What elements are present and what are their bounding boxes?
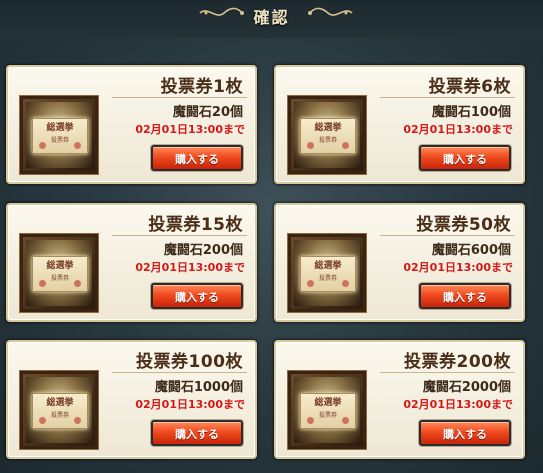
- card-title: 投票券100枚: [136, 352, 243, 372]
- ticket-icon: 総選挙 投票券: [300, 256, 356, 292]
- purchase-card-1: 投票券1枚 総選挙 投票券 魔闘石20個 02月01日13:00まで 購入する: [6, 65, 257, 184]
- ticket-image: 総選挙 投票券: [26, 240, 92, 306]
- buy-button-label: 購入する: [175, 428, 219, 441]
- ticket-icon: 総選挙 投票券: [32, 118, 88, 154]
- price-label: 魔闘石1000個: [154, 380, 243, 395]
- ornament-right-icon: [308, 7, 353, 16]
- ticket-thumbnail: 総選挙 投票券: [288, 96, 366, 174]
- buy-button[interactable]: 購入する: [419, 420, 511, 446]
- price-label: 魔闘石200個: [163, 243, 243, 258]
- ticket-icon: 総選挙 投票券: [32, 393, 88, 429]
- seal-icon: [342, 417, 349, 424]
- deadline-label: 02月01日13:00まで: [135, 261, 245, 274]
- seal-icon: [39, 280, 46, 287]
- seal-icon: [74, 417, 81, 424]
- ticket-text: 総選挙: [314, 261, 342, 271]
- seal-icon: [74, 280, 81, 287]
- ticket-image: 総選挙 投票券: [294, 102, 360, 168]
- seal-icon: [307, 142, 314, 149]
- divider: [380, 372, 515, 373]
- purchase-card-15: 投票券15枚 総選挙 投票券 魔闘石200個 02月01日13:00まで 購入す…: [6, 203, 257, 322]
- ticket-text: 総選挙: [46, 123, 74, 133]
- buy-button-label: 購入する: [443, 153, 487, 166]
- buy-button-label: 購入する: [175, 153, 219, 166]
- divider: [112, 372, 247, 373]
- deadline-label: 02月01日13:00まで: [403, 123, 513, 136]
- ticket-icon: 総選挙 投票券: [32, 256, 88, 292]
- ticket-image: 総選挙 投票券: [26, 377, 92, 443]
- seal-icon: [307, 280, 314, 287]
- seal-icon: [74, 142, 81, 149]
- buy-button-label: 購入する: [443, 428, 487, 441]
- price-label: 魔闘石20個: [172, 105, 243, 120]
- price-label: 魔闘石600個: [431, 243, 511, 258]
- buy-button[interactable]: 購入する: [419, 145, 511, 171]
- buy-button[interactable]: 購入する: [151, 420, 243, 446]
- deadline-label: 02月01日13:00まで: [135, 123, 245, 136]
- price-label: 魔闘石2000個: [422, 380, 511, 395]
- ticket-text: 総選挙: [314, 123, 342, 133]
- ticket-thumbnail: 総選挙 投票券: [288, 371, 366, 449]
- ticket-thumbnail: 総選挙 投票券: [20, 371, 98, 449]
- price-label: 魔闘石100個: [431, 105, 511, 120]
- ticket-image: 総選挙 投票券: [294, 240, 360, 306]
- buy-button-label: 購入する: [175, 291, 219, 304]
- ticket-thumbnail: 総選挙 投票券: [20, 96, 98, 174]
- ticket-text: 総選挙: [46, 261, 74, 271]
- buy-button-label: 購入する: [443, 291, 487, 304]
- ticket-text: 総選挙: [314, 398, 342, 408]
- header-bar: 確認: [0, 0, 543, 38]
- divider: [380, 235, 515, 236]
- card-title: 投票券1枚: [160, 77, 243, 97]
- seal-icon: [39, 142, 46, 149]
- card-title: 投票券50枚: [416, 215, 511, 235]
- purchase-card-200: 投票券200枚 総選挙 投票券 魔闘石2000個 02月01日13:00まで 購…: [274, 340, 525, 459]
- divider: [380, 97, 515, 98]
- buy-button[interactable]: 購入する: [151, 145, 243, 171]
- purchase-card-6: 投票券6枚 総選挙 投票券 魔闘石100個 02月01日13:00まで 購入する: [274, 65, 525, 184]
- ticket-thumbnail: 総選挙 投票券: [20, 234, 98, 312]
- deadline-label: 02月01日13:00まで: [403, 398, 513, 411]
- card-title: 投票券200枚: [404, 352, 511, 372]
- purchase-card-100: 投票券100枚 総選挙 投票券 魔闘石1000個 02月01日13:00まで 購…: [6, 340, 257, 459]
- purchase-card-50: 投票券50枚 総選挙 投票券 魔闘石600個 02月01日13:00まで 購入す…: [274, 203, 525, 322]
- seal-icon: [307, 417, 314, 424]
- divider: [112, 235, 247, 236]
- buy-button[interactable]: 購入する: [151, 283, 243, 309]
- card-title: 投票券15枚: [148, 215, 243, 235]
- card-title: 投票券6枚: [428, 77, 511, 97]
- ticket-icon: 総選挙 投票券: [300, 118, 356, 154]
- seal-icon: [342, 280, 349, 287]
- ticket-text: 総選挙: [46, 398, 74, 408]
- seal-icon: [39, 417, 46, 424]
- page-title: 確認: [253, 8, 290, 27]
- ticket-image: 総選挙 投票券: [294, 377, 360, 443]
- confirm-screen: 確認 投票券1枚 総選挙 投票券 魔闘石20個 02月01日13:00まで 購入…: [0, 0, 543, 473]
- buy-button[interactable]: 購入する: [419, 283, 511, 309]
- seal-icon: [342, 142, 349, 149]
- ticket-icon: 総選挙 投票券: [300, 393, 356, 429]
- ticket-thumbnail: 総選挙 投票券: [288, 234, 366, 312]
- deadline-label: 02月01日13:00まで: [403, 261, 513, 274]
- divider: [112, 97, 247, 98]
- deadline-label: 02月01日13:00まで: [135, 398, 245, 411]
- ticket-image: 総選挙 投票券: [26, 102, 92, 168]
